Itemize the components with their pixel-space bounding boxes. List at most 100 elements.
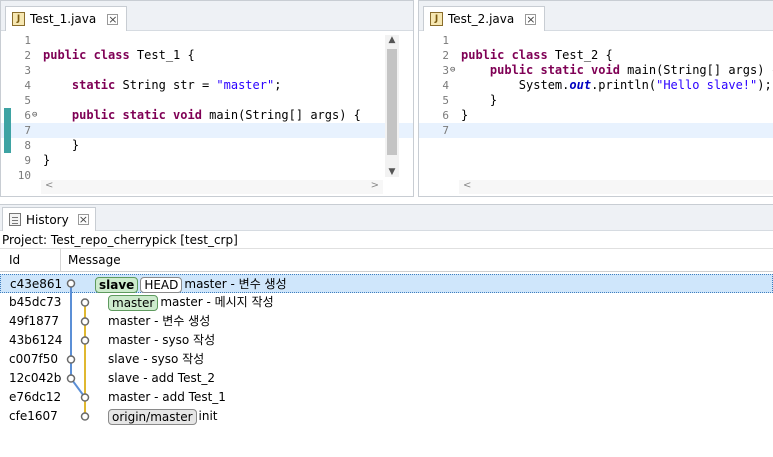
java-file-icon: J bbox=[430, 12, 443, 26]
scroll-down-icon[interactable]: ▼ bbox=[385, 167, 399, 177]
commit-node bbox=[80, 393, 90, 402]
commit-row[interactable]: b45dc73 master master - 메시지 작성 bbox=[0, 293, 773, 312]
code-text: System.out.println("Hello slave!"); bbox=[461, 78, 772, 92]
keyword: public class bbox=[461, 48, 555, 62]
commit-row[interactable]: e76dc12 master - add Test_1 bbox=[0, 388, 773, 407]
scroll-thumb[interactable] bbox=[387, 49, 397, 155]
commit-row[interactable]: c007f50 slave - syso 작성 bbox=[0, 350, 773, 369]
code-text: } bbox=[43, 138, 80, 152]
tab-history[interactable]: History × bbox=[2, 207, 96, 231]
line-number: 2 bbox=[442, 49, 449, 62]
keyword: public static void bbox=[43, 108, 210, 122]
code-text: } bbox=[461, 93, 498, 107]
code-line: 1 bbox=[419, 33, 773, 48]
ref-badge[interactable]: origin/master bbox=[108, 408, 197, 425]
commit-message: origin/master init bbox=[108, 407, 218, 426]
code-text: public class Test_2 { bbox=[461, 48, 613, 62]
commit-message: master - syso 작성 bbox=[108, 331, 215, 350]
history-view: History × Project: Test_repo_cherrypick … bbox=[0, 204, 773, 457]
commit-message: slave HEAD master - 변수 생성 bbox=[95, 275, 287, 294]
line-number: 7 bbox=[442, 124, 449, 137]
commit-message-text: slave - syso 작성 bbox=[108, 352, 205, 366]
close-icon[interactable]: × bbox=[525, 13, 537, 25]
vertical-scrollbar[interactable]: ▲ ▼ bbox=[385, 35, 399, 177]
line-number: 2 bbox=[24, 49, 31, 62]
code-text: public static void main(String[] args) { bbox=[461, 63, 773, 77]
scroll-right-icon[interactable]: > bbox=[371, 180, 379, 191]
column-divider[interactable] bbox=[60, 249, 61, 271]
editor-test2: J Test_2.java × 1 2 public class Test_2 {3… bbox=[418, 0, 773, 197]
code-line: 5 bbox=[1, 93, 413, 108]
fold-icon[interactable]: ⊖ bbox=[450, 63, 455, 78]
fold-icon[interactable]: ⊖ bbox=[32, 108, 37, 123]
commit-graph bbox=[66, 279, 90, 421]
column-header-message[interactable]: Message bbox=[68, 253, 121, 267]
scroll-up-icon[interactable]: ▲ bbox=[385, 35, 399, 45]
history-icon bbox=[9, 213, 21, 226]
commit-message: slave - syso 작성 bbox=[108, 350, 204, 369]
commit-row[interactable]: 49f1877 master - 변수 생성 bbox=[0, 312, 773, 331]
commit-message-text: init bbox=[198, 409, 218, 423]
tab-test1-java[interactable]: J Test_1.java × bbox=[5, 6, 128, 31]
code-line: 1 bbox=[1, 33, 413, 48]
horizontal-scrollbar[interactable]: < > bbox=[41, 180, 383, 194]
line-number: 3 bbox=[24, 64, 31, 77]
ref-badge[interactable]: HEAD bbox=[140, 276, 183, 293]
code-line: 4 System.out.println("Hello slave!"); bbox=[419, 78, 773, 93]
horizontal-scrollbar[interactable]: < bbox=[459, 180, 773, 194]
keyword: static bbox=[43, 78, 123, 92]
line-number: 4 bbox=[24, 79, 31, 92]
commit-row[interactable]: c43e861 slave HEAD master - 변수 생성 bbox=[0, 274, 773, 293]
ref-badge[interactable]: master bbox=[108, 294, 159, 311]
line-number: 3 bbox=[442, 64, 449, 77]
commit-message: master - add Test_1 bbox=[108, 388, 226, 407]
commit-message-text: master - 메시지 작성 bbox=[160, 295, 274, 309]
commit-message-text: master - add Test_1 bbox=[108, 390, 226, 404]
close-icon[interactable]: × bbox=[107, 13, 119, 25]
commit-node bbox=[66, 374, 76, 383]
commit-message-text: slave - add Test_2 bbox=[108, 371, 216, 385]
line-number: 5 bbox=[24, 94, 31, 107]
commit-row[interactable]: 43b6124 master - syso 작성 bbox=[0, 331, 773, 350]
commit-node bbox=[66, 355, 76, 364]
code-line: 2 public class Test_2 { bbox=[419, 48, 773, 63]
code-text: } bbox=[461, 108, 469, 122]
editor-tabbar: J Test_1.java × bbox=[1, 1, 413, 31]
code-line: 9} bbox=[1, 153, 413, 168]
tab-label: History bbox=[26, 212, 69, 227]
tab-test2-java[interactable]: J Test_2.java × bbox=[423, 6, 546, 31]
commit-message-text: master - syso 작성 bbox=[108, 333, 216, 347]
code-line: 7 bbox=[419, 123, 773, 138]
editor-test1: J Test_1.java × 1 2 public class Test_1 { 3… bbox=[0, 0, 414, 197]
scroll-left-icon[interactable]: < bbox=[463, 180, 471, 191]
code-area[interactable]: 1 2 public class Test_1 { 3 4 static String … bbox=[1, 33, 413, 180]
line-number: 5 bbox=[442, 94, 449, 107]
commit-message: master master - 메시지 작성 bbox=[108, 293, 274, 312]
close-icon[interactable]: × bbox=[77, 214, 89, 225]
commit-message-text: master - 변수 생성 bbox=[184, 277, 287, 291]
code-line: 2 public class Test_1 { bbox=[1, 48, 413, 63]
keyword: public class bbox=[43, 48, 137, 62]
commit-row[interactable]: cfe1607 origin/master init bbox=[0, 407, 773, 426]
static-field: out bbox=[569, 78, 592, 92]
code-line: 10 bbox=[1, 168, 413, 180]
table-header: Id Message bbox=[0, 249, 773, 272]
java-file-icon: J bbox=[12, 12, 25, 26]
tab-label: Test_1.java bbox=[30, 12, 97, 26]
code-line: 6 ⊖ public static void main(String[] args… bbox=[1, 108, 413, 123]
string-literal: "master" bbox=[216, 78, 275, 92]
scroll-left-icon[interactable]: < bbox=[45, 180, 53, 191]
column-header-id[interactable]: Id bbox=[9, 253, 20, 267]
code-line: 3 ⊖ public static void main(String[] args… bbox=[419, 63, 773, 78]
code-text: static String str = "master"; bbox=[43, 78, 282, 92]
commit-row[interactable]: 12c042b slave - add Test_2 bbox=[0, 369, 773, 388]
code-text: public class Test_1 { bbox=[43, 48, 195, 62]
code-area[interactable]: 1 2 public class Test_2 {3 ⊖ public static … bbox=[419, 33, 773, 180]
code-line: 6} bbox=[419, 108, 773, 123]
code-line: 8 } bbox=[1, 138, 413, 153]
line-number: 10 bbox=[17, 169, 31, 180]
commit-node bbox=[80, 298, 90, 307]
commit-node bbox=[66, 279, 76, 288]
code-text: } bbox=[43, 153, 51, 167]
keyword: public static void bbox=[461, 63, 628, 77]
